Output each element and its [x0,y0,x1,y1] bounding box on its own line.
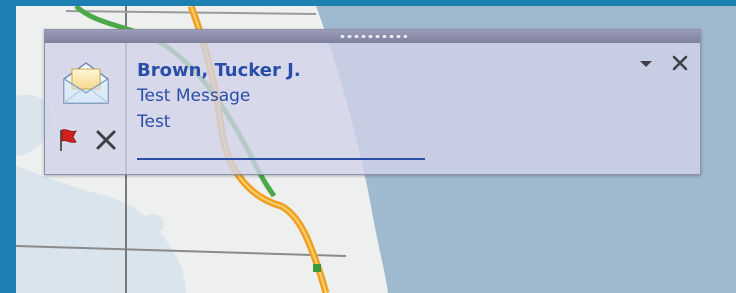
new-mail-desktop-alert[interactable]: Brown, Tucker J. Test Message Test [44,29,701,175]
drag-grip-bar[interactable] [45,30,700,43]
sender-name[interactable]: Brown, Tucker J. [137,60,301,81]
preview-underline [137,158,425,160]
delete-x-icon[interactable] [95,129,117,151]
grip-dots [338,35,407,38]
flag-icon[interactable] [57,127,79,153]
dropdown-arrow-icon[interactable] [636,55,656,73]
close-x-icon[interactable] [669,54,691,74]
message-preview: Test [137,112,171,132]
envelope-icon [60,57,112,109]
message-subject: Test Message [137,86,251,106]
